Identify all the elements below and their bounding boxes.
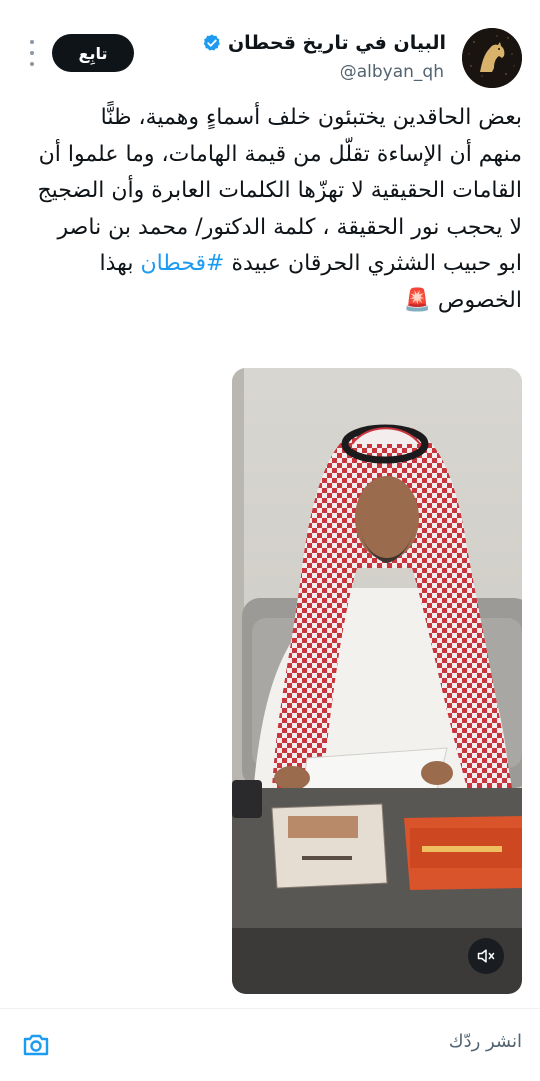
author-handle[interactable]: @albyan_qh	[340, 62, 444, 82]
follow-button[interactable]: تابِع	[52, 34, 134, 72]
tweet-text-line: الخصوص 🚨	[403, 287, 522, 313]
tweet-text-line: بهذا	[99, 251, 141, 276]
author-name[interactable]: البيان في تاريخ قحطان	[228, 32, 446, 54]
reply-input[interactable]: انشر ردّك	[449, 1031, 522, 1052]
verified-badge-icon	[203, 34, 220, 51]
video-frame	[232, 368, 522, 994]
hashtag-link[interactable]: #قحطان	[140, 251, 224, 276]
tweet-text-line: القامات الحقيقية لا تهزّها الكلمات العاب…	[37, 178, 522, 203]
more-options-icon[interactable]	[22, 40, 42, 66]
mute-icon[interactable]	[468, 938, 504, 974]
video-player[interactable]	[232, 368, 522, 994]
camera-icon[interactable]	[20, 1029, 52, 1061]
tweet-text: بعض الحاقدين يختبئون خلف أسماءٍ وهمية، ظ…	[12, 100, 522, 319]
tweet-text-line: منهم أن الإساءة تقلّل من قيمة الهامات، و…	[38, 141, 522, 167]
tweet-text-line: بعض الحاقدين يختبئون خلف أسماءٍ وهمية، ظ…	[100, 105, 522, 130]
tweet-text-line: لا يحجب نور الحقيقة ، كلمة الدكتور/ محمد…	[57, 214, 522, 240]
tweet-text-line: ابو حبيب الشثري الحرقان عبيدة	[224, 251, 522, 276]
reply-bar: انشر ردّك	[0, 1008, 540, 1081]
avatar[interactable]	[462, 28, 522, 88]
